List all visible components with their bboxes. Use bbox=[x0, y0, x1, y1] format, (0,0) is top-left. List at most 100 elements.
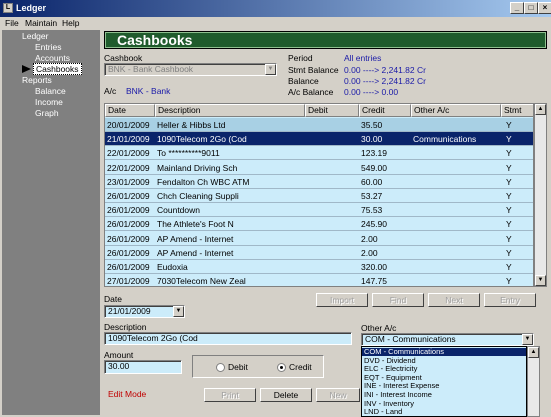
close-button[interactable]: × bbox=[538, 2, 551, 14]
table-row[interactable]: 27/01/2009 7030Telecom New Zeal 147.75 Y bbox=[105, 274, 533, 287]
table-row[interactable]: 21/01/2009 1090Telecom 2Go (Cod 30.00 Commu… bbox=[105, 132, 533, 147]
table-row[interactable]: 26/01/2009 Countdown 75.53 Y bbox=[105, 203, 533, 218]
ac-balance-label: A/c Balance bbox=[288, 87, 334, 97]
table-row[interactable]: 26/01/2009 The Athlete's Foot N 245.90 Y bbox=[105, 217, 533, 232]
menu-bar: File Maintain Help bbox=[0, 17, 551, 30]
column-header-stmt[interactable]: Stmt bbox=[501, 104, 533, 117]
credit-radio-label[interactable]: Credit bbox=[289, 362, 312, 372]
cell-credit: 147.75 bbox=[361, 276, 387, 287]
minimize-button[interactable]: _ bbox=[510, 2, 524, 14]
calendar-dropdown-icon[interactable]: ▼ bbox=[173, 306, 184, 317]
column-header-other-ac[interactable]: Other A/c bbox=[411, 104, 501, 117]
new-button[interactable]: New bbox=[316, 388, 360, 402]
table-row[interactable]: 23/01/2009 Fendalton Ch WBC ATM 60.00 Y bbox=[105, 175, 533, 189]
page-banner: Cashbooks bbox=[104, 31, 547, 49]
menu-file[interactable]: File bbox=[5, 18, 19, 28]
cell-date: 27/01/2009 bbox=[107, 276, 150, 287]
dropdown-option[interactable]: INI - Interest Income bbox=[362, 391, 526, 399]
description-label: Description bbox=[104, 322, 147, 332]
cell-stmt: Y bbox=[506, 191, 512, 201]
column-header-credit[interactable]: Credit bbox=[359, 104, 411, 117]
period-value: All entries bbox=[344, 53, 382, 63]
dropdown-option[interactable]: INE - Interest Expense bbox=[362, 382, 526, 390]
debit-credit-group: Debit Credit bbox=[192, 355, 324, 378]
ac-value: BNK - Bank bbox=[126, 86, 171, 96]
sidebar: Ledger Entries Accounts Cashbooks Report… bbox=[2, 30, 100, 415]
scroll-up-icon[interactable]: ▲ bbox=[535, 104, 546, 115]
column-header-date[interactable]: Date bbox=[105, 104, 155, 117]
cell-stmt: Y bbox=[506, 148, 512, 159]
menu-help[interactable]: Help bbox=[62, 18, 79, 28]
ac-balance-value: 0.00 ----> 0.00 bbox=[344, 87, 399, 97]
find-button[interactable]: Find bbox=[372, 293, 424, 307]
cashbook-entries-table[interactable]: Date Description Debit Credit Other A/c … bbox=[104, 103, 534, 287]
cell-stmt: Y bbox=[506, 262, 512, 272]
cell-description: Fendalton Ch WBC ATM bbox=[157, 176, 250, 187]
entry-button[interactable]: Entry bbox=[484, 293, 536, 307]
other-ac-select[interactable]: COM - Communications ▼ bbox=[361, 333, 534, 346]
table-row[interactable]: 26/01/2009 Chch Cleaning Suppli 53.27 Y bbox=[105, 189, 533, 203]
scroll-down-icon[interactable]: ▼ bbox=[535, 275, 546, 286]
dropdown-option[interactable]: ELC - Electricity bbox=[362, 365, 526, 373]
chevron-down-icon[interactable]: ▼ bbox=[522, 334, 533, 345]
table-scrollbar[interactable]: ▲ ▼ bbox=[534, 103, 547, 287]
cell-description: To **********9011 bbox=[157, 148, 220, 159]
table-row[interactable]: 26/01/2009 AP Amend - Internet 2.00 Y bbox=[105, 232, 533, 246]
dropdown-option[interactable]: COM - Communications bbox=[362, 348, 526, 356]
menu-maintain[interactable]: Maintain bbox=[25, 18, 57, 28]
next-button[interactable]: Next bbox=[428, 293, 480, 307]
cell-credit: 30.00 bbox=[361, 134, 383, 145]
cell-date: 22/01/2009 bbox=[107, 162, 150, 173]
cell-stmt: Y bbox=[506, 205, 512, 216]
table-row[interactable]: 22/01/2009 To **********9011 123.19 Y bbox=[105, 146, 533, 161]
import-button[interactable]: Import bbox=[316, 293, 368, 307]
sidebar-item-entries[interactable]: Entries bbox=[35, 42, 61, 52]
cashbook-select[interactable]: BNK - Bank Cashbook ▼ bbox=[104, 63, 277, 76]
description-input[interactable]: 1090Telecom 2Go (Cod bbox=[104, 332, 352, 345]
table-row[interactable]: 26/01/2009 Eudoxia 320.00 Y bbox=[105, 260, 533, 274]
date-picker[interactable]: 21/01/2009 ▼ bbox=[104, 305, 185, 318]
scroll-up-icon[interactable]: ▲ bbox=[528, 347, 539, 358]
selection-arrow-icon bbox=[22, 65, 31, 73]
cell-description: 7030Telecom New Zeal bbox=[157, 276, 246, 287]
other-ac-dropdown-list[interactable]: COM - Communications DVD - Dividend ELC - … bbox=[361, 346, 527, 417]
chevron-down-icon[interactable]: ▼ bbox=[265, 64, 276, 75]
cell-stmt: Y bbox=[506, 247, 512, 258]
dropdown-option[interactable]: LND - Land bbox=[362, 408, 526, 416]
amount-input[interactable]: 30.00 bbox=[104, 360, 182, 374]
cell-description: AP Amend - Internet bbox=[157, 247, 234, 258]
debit-radio[interactable] bbox=[216, 363, 225, 372]
sidebar-item-balance[interactable]: Balance bbox=[35, 86, 66, 96]
sidebar-item-cashbooks[interactable]: Cashbooks bbox=[33, 63, 82, 75]
column-header-description[interactable]: Description bbox=[155, 104, 305, 117]
cell-stmt: Y bbox=[506, 134, 512, 145]
table-row[interactable]: 26/01/2009 AP Amend - Internet 2.00 Y bbox=[105, 246, 533, 260]
cell-date: 23/01/2009 bbox=[107, 176, 150, 187]
sidebar-item-accounts[interactable]: Accounts bbox=[35, 53, 70, 63]
sidebar-item-graph[interactable]: Graph bbox=[35, 108, 59, 118]
window-title: Ledger bbox=[16, 3, 47, 13]
table-row[interactable]: 20/01/2009 Heller & Hibbs Ltd 35.50 Y bbox=[105, 118, 533, 132]
cell-date: 22/01/2009 bbox=[107, 148, 150, 159]
sidebar-item-ledger[interactable]: Ledger bbox=[22, 31, 48, 41]
cell-date: 21/01/2009 bbox=[107, 134, 150, 145]
title-bar[interactable]: L Ledger _ □ × bbox=[0, 0, 551, 17]
debit-radio-label[interactable]: Debit bbox=[228, 362, 248, 372]
dropdown-scrollbar[interactable]: ▲ bbox=[527, 346, 540, 417]
cell-date: 26/01/2009 bbox=[107, 233, 150, 244]
dropdown-option[interactable]: DVD - Dividend bbox=[362, 357, 526, 365]
print-button[interactable]: Print bbox=[204, 388, 256, 402]
cell-date: 26/01/2009 bbox=[107, 191, 150, 201]
maximize-button[interactable]: □ bbox=[524, 2, 538, 14]
cell-stmt: Y bbox=[506, 162, 512, 173]
sidebar-item-income[interactable]: Income bbox=[35, 97, 63, 107]
column-header-debit[interactable]: Debit bbox=[305, 104, 359, 117]
cell-description: 1090Telecom 2Go (Cod bbox=[157, 134, 247, 145]
cell-stmt: Y bbox=[506, 219, 512, 230]
dropdown-option[interactable]: EQT - Equipment bbox=[362, 374, 526, 382]
sidebar-item-reports[interactable]: Reports bbox=[22, 75, 52, 85]
dropdown-option[interactable]: INV - Inventory bbox=[362, 400, 526, 408]
delete-button[interactable]: Delete bbox=[260, 388, 312, 402]
credit-radio[interactable] bbox=[277, 363, 286, 372]
table-row[interactable]: 22/01/2009 Mainland Driving Sch 549.00 Y bbox=[105, 161, 533, 175]
